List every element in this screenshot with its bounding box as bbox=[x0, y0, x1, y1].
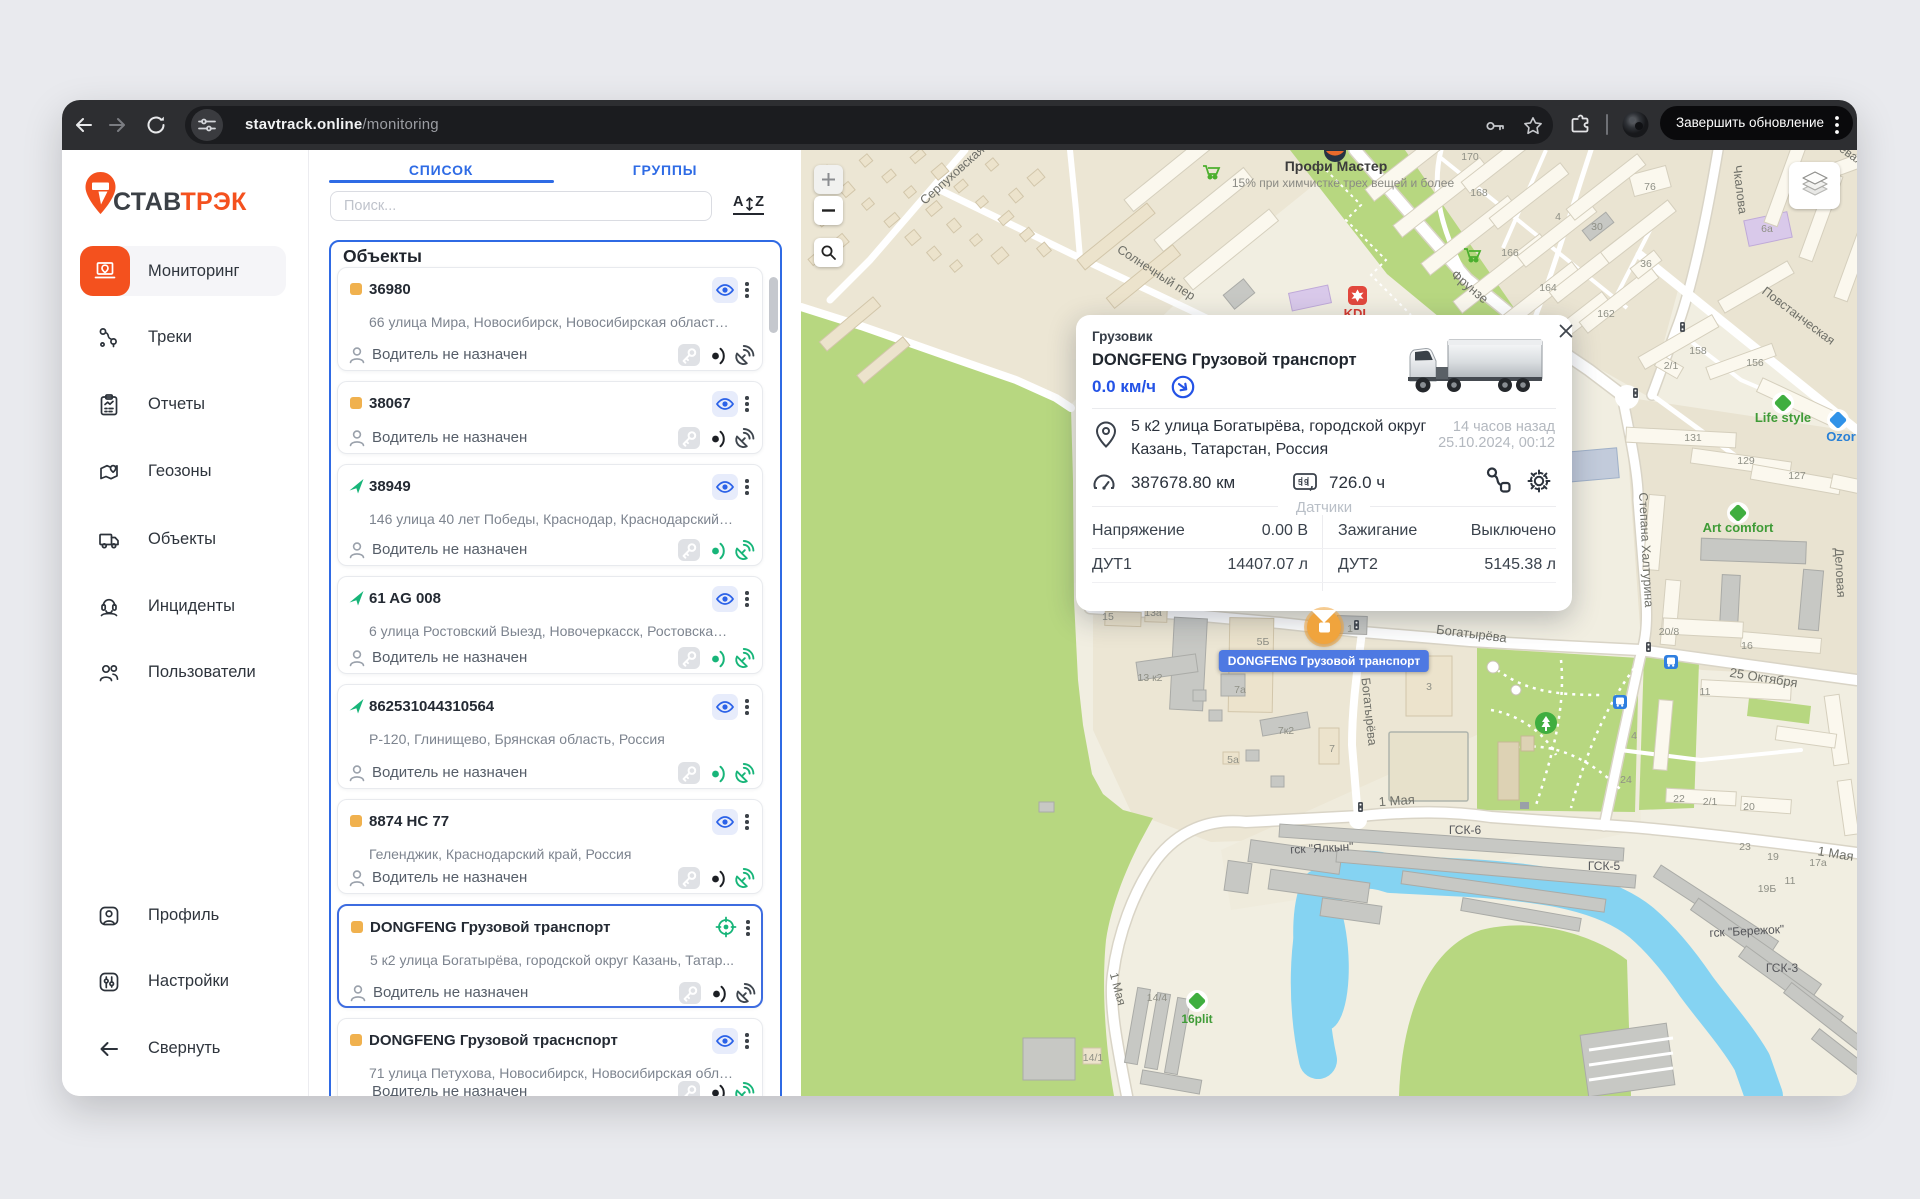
svg-text:1 Мая: 1 Мая bbox=[1378, 792, 1415, 809]
svg-text:162: 162 bbox=[1597, 308, 1615, 320]
svg-text:17а: 17а bbox=[1809, 857, 1827, 869]
svg-text:Life style: Life style bbox=[1755, 410, 1811, 425]
svg-text:166: 166 bbox=[1501, 247, 1519, 259]
svg-text:19: 19 bbox=[1767, 851, 1779, 863]
svg-text:7к2: 7к2 bbox=[1278, 725, 1294, 737]
svg-text:15: 15 bbox=[1102, 611, 1114, 623]
svg-text:Ozor: Ozor bbox=[1826, 429, 1856, 444]
svg-text:23: 23 bbox=[1739, 841, 1751, 853]
svg-text:14/4: 14/4 bbox=[1147, 992, 1168, 1004]
svg-text:1: 1 bbox=[1347, 623, 1353, 635]
svg-text:5Б: 5Б bbox=[1257, 636, 1270, 648]
svg-text:16plit: 16plit bbox=[1181, 1012, 1212, 1026]
svg-text:5а: 5а bbox=[1227, 754, 1239, 766]
svg-text:4: 4 bbox=[1555, 211, 1561, 223]
svg-text:2/1: 2/1 bbox=[1664, 360, 1679, 372]
svg-text:127: 127 bbox=[1788, 470, 1806, 482]
svg-text:129: 129 bbox=[1737, 455, 1755, 467]
svg-text:7а: 7а bbox=[1234, 684, 1246, 696]
svg-text:131: 131 bbox=[1684, 432, 1702, 444]
svg-text:6a: 6a bbox=[1761, 223, 1773, 235]
svg-text:76: 76 bbox=[1644, 181, 1656, 193]
svg-text:164: 164 bbox=[1539, 282, 1557, 294]
svg-text:ГСК-6: ГСК-6 bbox=[1449, 823, 1482, 837]
svg-text:7: 7 bbox=[1329, 743, 1335, 755]
svg-text:11: 11 bbox=[1700, 686, 1711, 698]
svg-text:36: 36 bbox=[1640, 258, 1652, 270]
svg-text:20: 20 bbox=[1743, 801, 1755, 813]
svg-text:19Б: 19Б bbox=[1758, 883, 1777, 895]
svg-text:4: 4 bbox=[1631, 730, 1637, 742]
svg-text:11: 11 bbox=[1785, 875, 1796, 887]
svg-text:13 к2: 13 к2 bbox=[1137, 672, 1162, 684]
svg-text:3: 3 bbox=[1426, 681, 1432, 693]
svg-text:158: 158 bbox=[1689, 345, 1707, 357]
svg-text:14/1: 14/1 bbox=[1083, 1052, 1104, 1064]
svg-text:ГСК-5: ГСК-5 bbox=[1588, 859, 1621, 873]
svg-text:Деловая: Деловая bbox=[1832, 548, 1849, 598]
svg-text:30: 30 bbox=[1591, 221, 1603, 233]
svg-text:16: 16 bbox=[1741, 640, 1753, 652]
svg-text:Art comfort: Art comfort bbox=[1703, 520, 1774, 535]
svg-text:ГСК-3: ГСК-3 bbox=[1766, 961, 1799, 975]
svg-text:22: 22 bbox=[1673, 793, 1685, 805]
svg-text:170: 170 bbox=[1461, 151, 1479, 163]
svg-text:15% при химчистке трех вещей и: 15% при химчистке трех вещей и более bbox=[1232, 176, 1455, 190]
svg-text:24: 24 bbox=[1620, 774, 1632, 786]
svg-text:20/8: 20/8 bbox=[1659, 626, 1680, 638]
svg-text:2/1: 2/1 bbox=[1703, 796, 1718, 808]
svg-text:156: 156 bbox=[1746, 357, 1764, 369]
svg-text:Профи Мастер: Профи Мастер bbox=[1285, 158, 1388, 174]
svg-text:168: 168 bbox=[1470, 187, 1488, 199]
